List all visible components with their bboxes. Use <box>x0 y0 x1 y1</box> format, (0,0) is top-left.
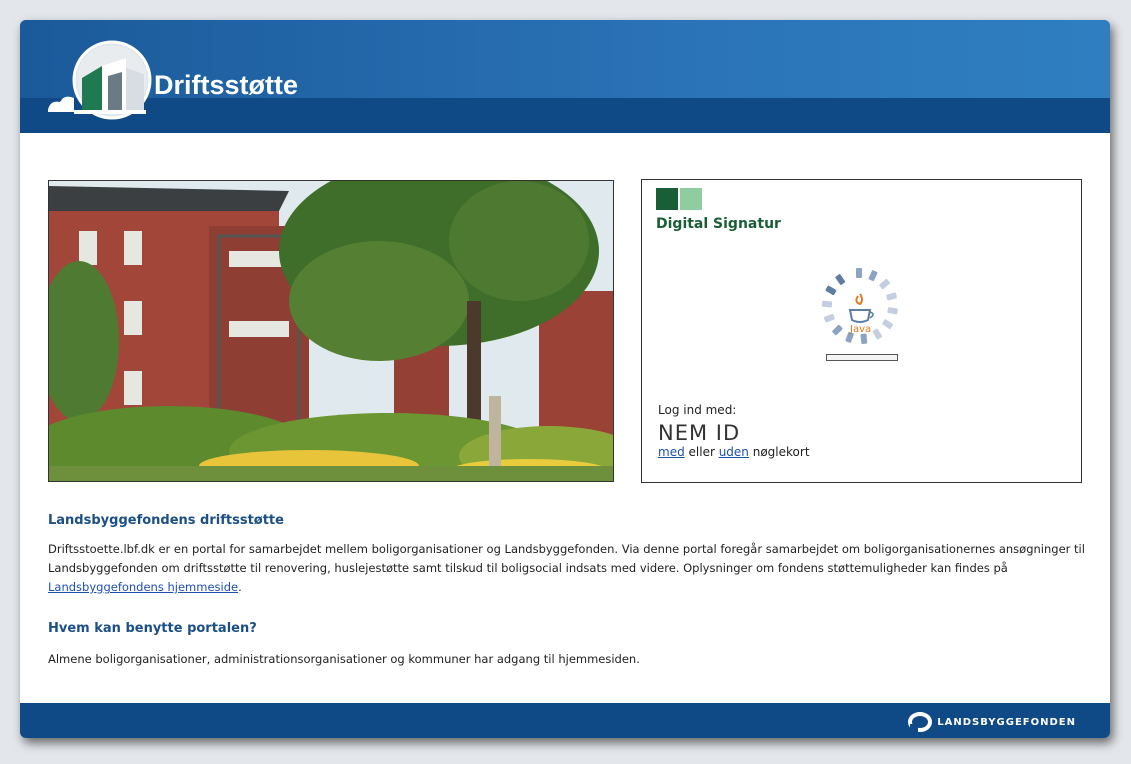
building-photo <box>49 181 613 481</box>
page-frame: Driftsstøtte Digital Signatur Java Log i… <box>20 20 1110 738</box>
footer-brand: LANDSBYGGEFONDEN <box>937 716 1076 728</box>
footer-logo[interactable]: LANDSBYGGEFONDEN <box>908 712 1076 732</box>
footer: LANDSBYGGEFONDEN <box>20 703 1110 738</box>
driftsstotte-logo-icon[interactable] <box>46 38 156 122</box>
keycard-text: nøglekort <box>748 445 810 459</box>
login-links: med eller uden nøglekort <box>658 445 810 459</box>
login-panel: Digital Signatur Java Log ind med: NEM I… <box>641 179 1082 483</box>
java-loading-icon: Java <box>821 268 898 344</box>
section1-title: Landsbyggefondens driftsstøtte <box>48 513 284 528</box>
digital-signatur-logo-icon <box>656 188 702 210</box>
digital-signatur-title: Digital Signatur <box>656 216 781 232</box>
login-without-keycard-link[interactable]: uden <box>719 445 749 459</box>
section2-title: Hvem kan benytte portalen? <box>48 621 257 636</box>
landsbyggefonden-homepage-link[interactable]: Landsbyggefondens hjemmeside <box>48 580 238 594</box>
login-with-keycard-link[interactable]: med <box>658 445 685 459</box>
section2-text: Almene boligorganisationer, administrati… <box>48 652 640 666</box>
loading-progress-bar <box>826 354 898 361</box>
java-label: Java <box>849 324 871 335</box>
hero-photo <box>48 180 614 482</box>
nemid-logo: NEM ID <box>658 421 741 445</box>
landsbyggefonden-logo-icon <box>908 712 933 732</box>
login-with-label: Log ind med: <box>658 403 737 417</box>
header: Driftsstøtte <box>20 20 1110 133</box>
section1-text: Driftsstoette.lbf.dk er en portal for sa… <box>48 542 1085 594</box>
app-title: Driftsstøtte <box>154 70 299 100</box>
or-text: eller <box>684 445 719 459</box>
